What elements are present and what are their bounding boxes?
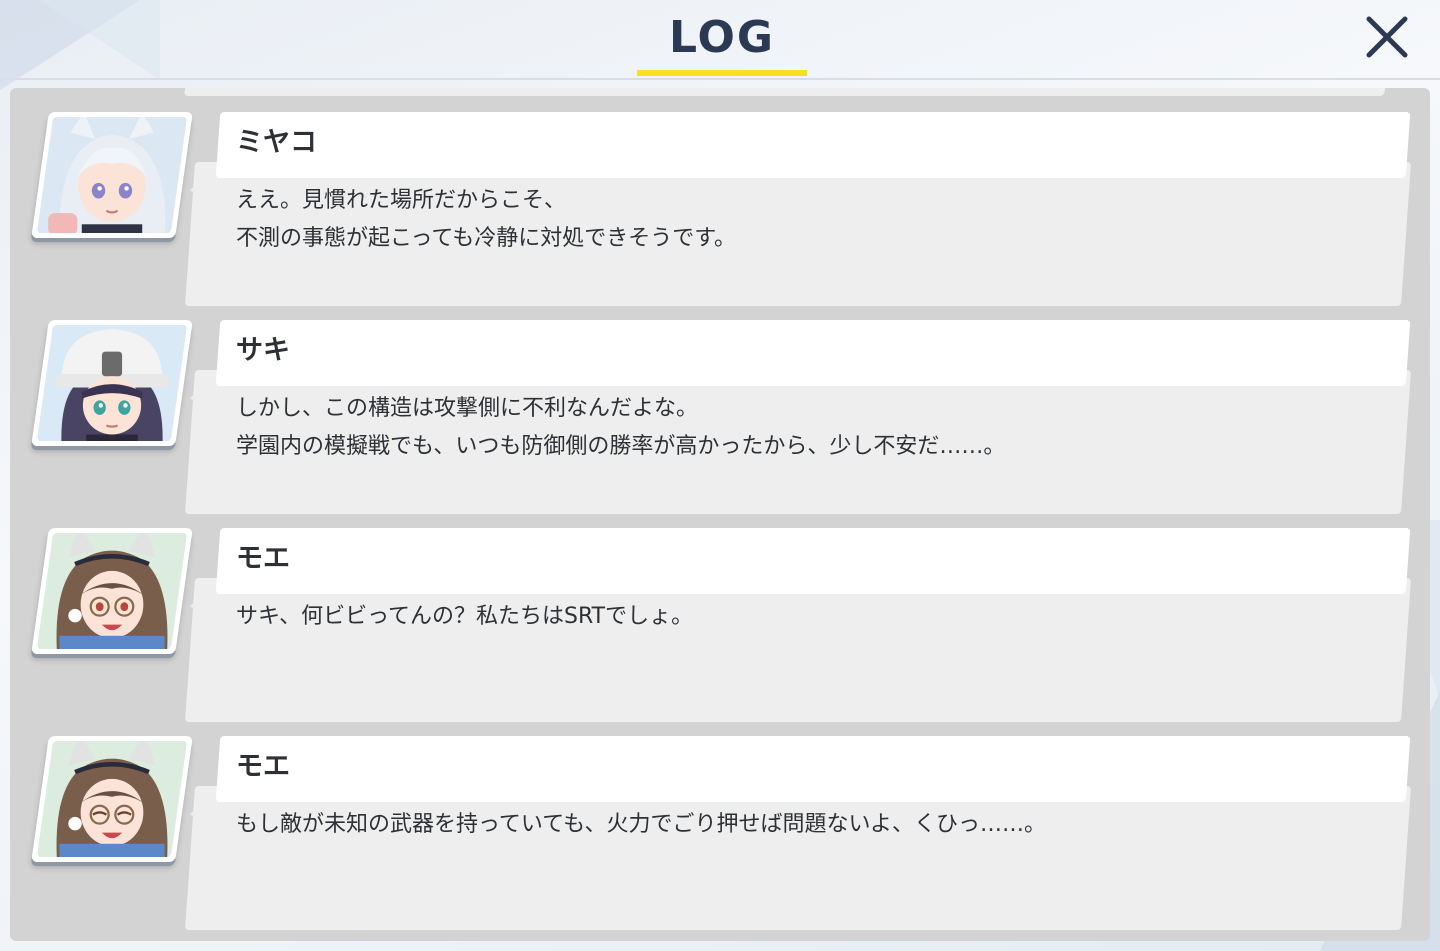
log-entry: モエ サキ、何ビビってんの？私たちはSRTでしょ。 — [10, 528, 1430, 728]
close-icon — [1366, 16, 1408, 58]
speaker-portrait[interactable] — [31, 320, 193, 446]
speaker-name-bar — [215, 112, 1411, 178]
speech-tail — [190, 174, 210, 206]
log-panel[interactable]: ミヤコ ええ。見慣れた場所だからこそ、 不測の事態が起こっても冷静に対処できそう… — [10, 88, 1430, 941]
speech-tail — [190, 382, 210, 414]
speaker-name: モエ — [236, 751, 290, 782]
speaker-name-bar — [215, 320, 1411, 386]
log-entry: サキ しかし、この構造は攻撃側に不利なんだよな。 学園内の模擬戦でも、いつも防御… — [10, 320, 1430, 520]
speaker-portrait[interactable] — [31, 112, 193, 238]
speaker-name: モエ — [236, 543, 290, 574]
message-text: もし敵が未知の武器を持っていても、火力でごり押せば問題ないよ、くひっ……。 — [236, 812, 1047, 837]
moe-portrait-icon — [36, 533, 188, 649]
moe-portrait-icon — [36, 741, 188, 857]
speaker-name-bar — [215, 528, 1411, 594]
miyako-portrait-icon — [36, 117, 188, 233]
saki-portrait-icon — [36, 325, 188, 441]
title-underline — [637, 70, 807, 76]
speaker-portrait[interactable] — [31, 528, 193, 654]
message-text: しかし、この構造は攻撃側に不利なんだよな。 学園内の模擬戦でも、いつも防御側の勝… — [236, 396, 1006, 459]
speaker-portrait[interactable] — [31, 736, 193, 862]
speaker-name: ミヤコ — [236, 127, 317, 158]
message-text: サキ、何ビビってんの？私たちはSRTでしょ。 — [236, 604, 694, 629]
close-button[interactable] — [1362, 12, 1412, 62]
log-entry: ミヤコ ええ。見慣れた場所だからこそ、 不測の事態が起こっても冷静に対処できそう… — [10, 112, 1430, 312]
speech-tail — [190, 798, 210, 830]
speech-tail — [190, 590, 210, 622]
previous-entry-edge — [184, 88, 1386, 96]
speaker-name: サキ — [236, 335, 290, 366]
speaker-name-bar — [215, 736, 1411, 802]
log-header: LOG — [0, 0, 1440, 80]
message-text: ええ。見慣れた場所だからこそ、 不測の事態が起こっても冷静に対処できそうです。 — [236, 188, 737, 251]
page-title: LOG — [669, 12, 775, 63]
log-entry: モエ もし敵が未知の武器を持っていても、火力でごり押せば問題ないよ、くひっ……。 — [10, 736, 1430, 936]
